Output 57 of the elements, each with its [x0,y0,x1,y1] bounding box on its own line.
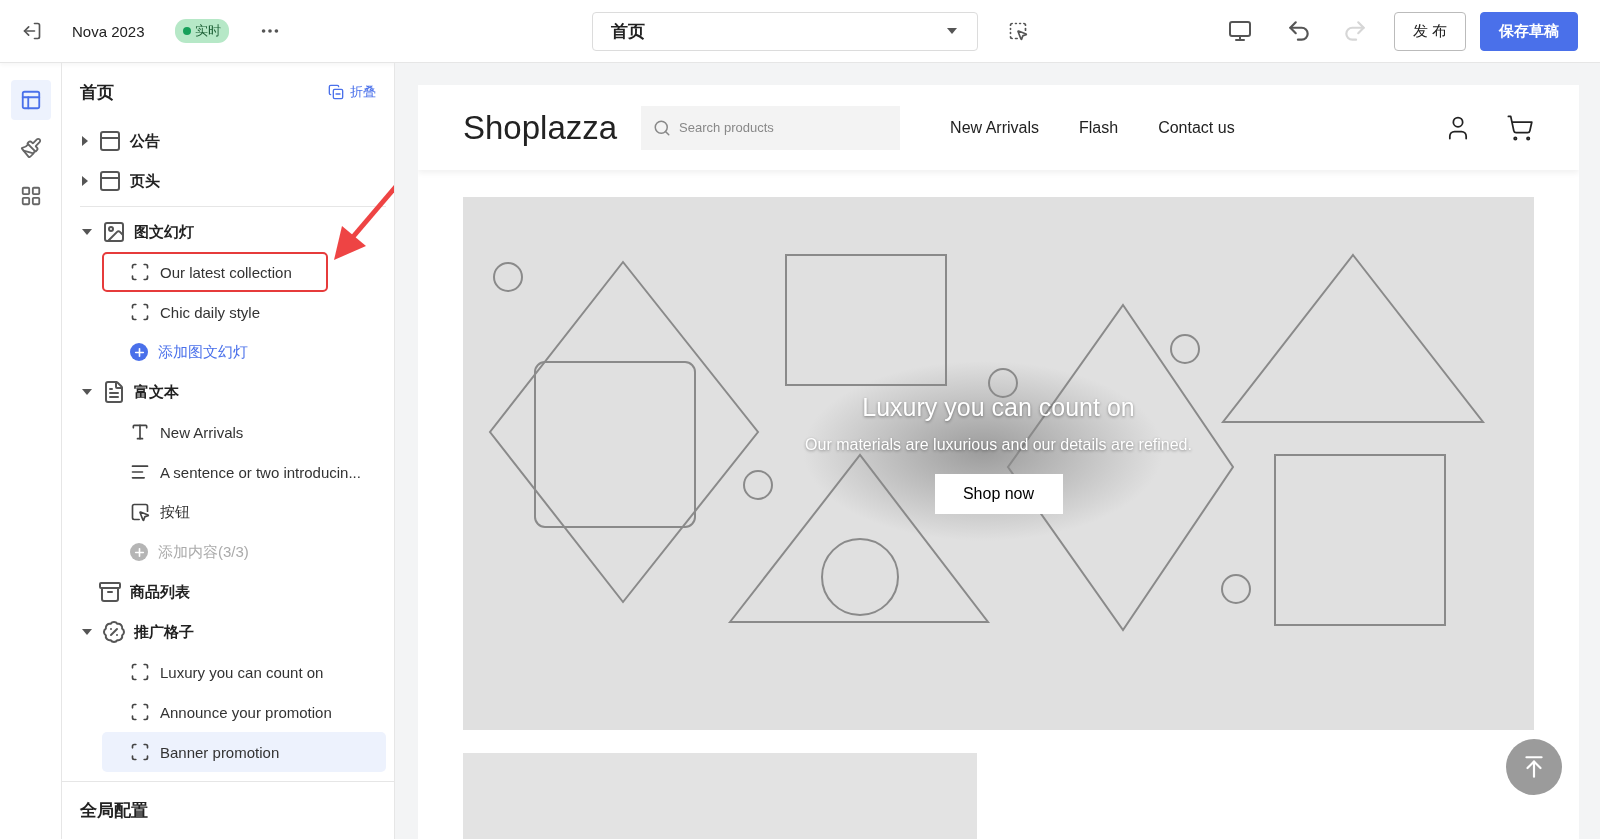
store-logo: Shoplazza [463,108,618,147]
collapse-icon [328,84,344,100]
sidebar-title: 首页 [80,81,114,104]
corner-brackets-icon [130,302,150,322]
grid-icon [19,185,42,207]
corner-brackets-icon [130,662,150,682]
search-field[interactable]: Search products [641,105,901,150]
section-item[interactable]: 图文幻灯 [80,212,386,252]
add-link[interactable]: 添加图文幻灯 [102,332,386,372]
header-bar-icon [98,129,122,153]
header-bar-icon [98,169,122,193]
theme-name: Nova 2023 [72,22,145,40]
shop-now-button[interactable]: Shop now [934,474,1063,514]
section-item[interactable]: 商品列表 [80,572,386,612]
section-item[interactable]: 公告 [80,121,386,161]
block-item[interactable]: A sentence or two introducin... [102,452,386,492]
rail-tab[interactable] [10,80,51,120]
page-select[interactable]: 首页 [592,11,978,51]
exit-icon[interactable] [22,21,42,41]
cart-icon[interactable] [1506,113,1534,142]
caret-icon[interactable] [82,229,92,235]
search-icon [653,118,672,137]
button-pointer-icon [130,502,150,522]
caret-icon[interactable] [82,629,92,635]
block-item[interactable]: Luxury you can count on [102,652,386,692]
corner-brackets-icon [130,262,150,282]
section-item[interactable]: 页头 [80,161,386,201]
text-icon [130,422,150,442]
caret-icon[interactable] [82,389,92,395]
block-item[interactable]: 按钮 [102,492,386,532]
select-element-icon[interactable] [1008,21,1028,41]
layout-icon [19,89,42,111]
corner-brackets-icon [130,702,150,722]
nav-link[interactable]: Flash [1079,118,1119,137]
nav-link[interactable]: New Arrivals [950,118,1039,137]
desktop-icon[interactable] [1227,19,1252,43]
percent-badge-icon [102,620,126,644]
block-item[interactable]: New Arrivals [102,412,386,452]
document-icon [102,380,126,404]
block-item[interactable]: Banner promotion [102,732,386,772]
block-item[interactable]: Announce your promotion [102,692,386,732]
save-draft-button[interactable]: 保存草稿 [1480,11,1578,51]
caret-icon[interactable] [82,136,88,146]
nav-link[interactable]: Contact us [1158,118,1235,137]
section-item[interactable]: 富文本 [80,372,386,412]
image-icon [102,220,126,244]
block-item[interactable]: Chic daily style [102,292,386,332]
paintbrush-icon [19,137,42,159]
corner-brackets-icon [130,742,150,762]
section-item[interactable]: 推广格子 [80,612,386,652]
publish-button[interactable]: 发 布 [1393,11,1466,51]
status-badge: 实时 [174,19,229,43]
global-settings-title: 全局配置 [80,800,148,822]
collapse-link[interactable]: 折叠 [328,83,376,101]
archive-box-icon [98,580,122,604]
paragraph-icon [130,462,150,482]
caret-icon[interactable] [82,176,88,186]
